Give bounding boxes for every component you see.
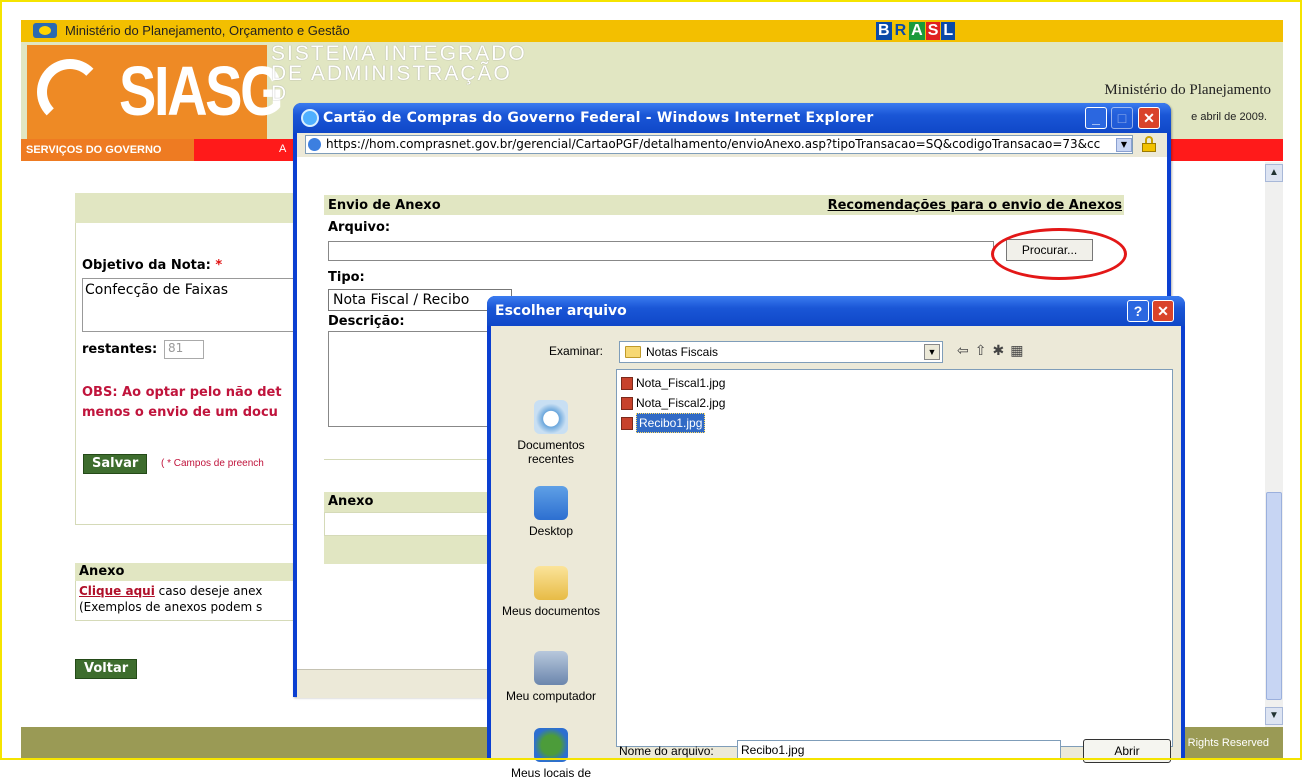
voltar-button[interactable]: Voltar [75,659,138,679]
form-header [75,193,300,223]
place-recent[interactable]: Documentos recentes [497,400,605,466]
envio-title: Envio de Anexo [328,198,441,213]
help-button[interactable]: ? [1127,300,1149,322]
rights-text: Rights Reserved [1187,737,1269,749]
logo-word: SIASG [119,52,284,130]
siasg-swoosh-icon [37,59,103,125]
jpg-file-icon [621,396,633,410]
folder-icon [625,346,641,358]
recomendacoes-link[interactable]: Recomendações para o envio de Anexos [828,198,1122,213]
arquivo-label: Arquivo: [328,220,391,235]
ie-window-title: Cartão de Compras do Governo Federal - W… [323,110,874,126]
new-folder-icon[interactable]: ✱ [992,342,1004,359]
my-documents-icon [534,566,568,600]
examinar-label: Examinar: [549,344,604,358]
salvar-button[interactable]: Salvar [83,454,148,474]
recent-documents-icon [534,400,568,434]
my-computer-icon [534,651,568,685]
lock-icon[interactable] [1142,136,1156,152]
restantes-counter: 81 [164,340,204,359]
tipo-select[interactable]: Nota Fiscal / Recibo [328,289,512,311]
objetivo-textarea[interactable]: Confecção de Faixas [82,278,300,332]
objetivo-label: Objetivo da Nota: * [82,258,223,273]
government-bar: Ministério do Planejamento, Orçamento e … [21,20,1283,42]
ministry-right: Ministério do Planejamento [1104,82,1271,98]
anexo-body: Clique aqui caso deseje anex (Exemplos d… [75,581,300,621]
address-bar: https://hom.comprasnet.gov.br/gerencial/… [297,133,1167,157]
brasil-logo: B R A S L [876,22,956,40]
places-bar: Documentos recentes Desktop Meus documen… [497,366,605,780]
examinar-select[interactable]: Notas Fiscais ▼ [619,341,943,363]
dialog-title: Escolher arquivo [495,303,627,319]
scroll-thumb[interactable] [1266,492,1282,700]
anexo-text1: caso deseje anex [154,584,263,598]
address-dropdown-icon[interactable]: ▼ [1116,138,1132,152]
dialog-body: Examinar: Notas Fiscais ▼ ⇦ ⇧ ✱ ▦ Docume… [491,326,1181,780]
anexo-table-header: Anexo [324,492,499,512]
menu-servicos-do-governo[interactable]: SERVIÇOS DO GOVERNO [21,139,194,161]
jpg-file-icon [621,376,633,390]
menu-fragment[interactable]: A [279,143,286,155]
tipo-label: Tipo: [328,270,365,285]
restantes-label: restantes: [82,342,158,357]
file-list: Nota_Fiscal1.jpg Nota_Fiscal2.jpg Recibo… [616,369,1173,747]
gov-flag-icon [33,23,57,38]
dialog-close-button[interactable]: ✕ [1152,300,1174,322]
ie-logo-icon [301,109,319,127]
anexo-table-footer [324,536,499,564]
form-panel [75,193,300,525]
maximize-button: □ [1111,107,1133,129]
date-text: e abril de 2009. [1191,111,1267,123]
file-dialog: Escolher arquivo ? ✕ Examinar: Notas Fis… [487,296,1185,780]
dialog-toolbar: ⇦ ⇧ ✱ ▦ [957,342,1023,359]
place-my-documents[interactable]: Meus documentos [497,566,605,618]
system-title-line1: SISTEMA INTEGRADO [271,42,527,65]
required-note: ( * Campos de preench [161,458,264,469]
descricao-label: Descrição: [328,314,405,329]
list-item[interactable]: Nota_Fiscal1.jpg [621,374,725,392]
back-icon[interactable]: ⇦ [957,342,969,359]
ie-title-bar[interactable]: Cartão de Compras do Governo Federal - W… [293,103,1171,133]
anexo-text2: (Exemplos de anexos podem s [79,600,263,614]
abrir-button[interactable]: Abrir [1083,739,1171,763]
list-item[interactable]: Nota_Fiscal2.jpg [621,394,725,412]
siasg-logo: SIASG [27,45,284,139]
close-button[interactable]: ✕ [1138,107,1160,129]
scroll-down-icon[interactable]: ▼ [1265,707,1283,725]
page-icon [308,138,321,151]
obs-line1: OBS: Ao optar pelo não det [82,385,282,400]
envio-header: Envio de Anexo Recomendações para o envi… [324,195,1124,215]
minimize-button[interactable]: _ [1085,107,1107,129]
anexo-header: Anexo [75,563,300,581]
arquivo-input[interactable] [328,241,994,261]
anexo-table-row [324,512,499,536]
address-field[interactable]: https://hom.comprasnet.gov.br/gerencial/… [305,135,1133,154]
nome-label: Nome do arquivo: [619,744,714,758]
place-network[interactable]: Meus locais de [497,728,605,780]
obs-line2: menos o envio de um docu [82,405,278,420]
page-scrollbar[interactable]: ▲ ▼ [1265,162,1283,727]
up-folder-icon[interactable]: ⇧ [975,342,987,359]
jpg-file-icon [621,416,633,430]
system-title-line2: DE ADMINISTRAÇÃO [271,62,512,85]
chevron-down-icon[interactable]: ▼ [924,344,940,360]
place-desktop[interactable]: Desktop [497,486,605,538]
desktop-icon [534,486,568,520]
place-my-computer[interactable]: Meu computador [497,651,605,703]
divider [324,459,494,460]
system-title-line3: D [271,82,289,105]
system-title: SISTEMA INTEGRADO DE ADMINISTRAÇÃO D [271,42,527,105]
dialog-title-bar[interactable]: Escolher arquivo ? ✕ [487,296,1185,326]
clique-aqui-link[interactable]: Clique aqui [79,584,155,598]
view-menu-icon[interactable]: ▦ [1010,342,1023,359]
scroll-up-icon[interactable]: ▲ [1265,164,1283,182]
ministry-link[interactable]: Ministério do Planejamento, Orçamento e … [65,23,350,38]
filename-input[interactable]: Recibo1.jpg [737,740,1061,760]
highlight-circle [991,228,1127,280]
network-places-icon [534,728,568,762]
list-item-selected[interactable]: Recibo1.jpg [621,413,706,433]
descricao-textarea[interactable] [328,331,498,427]
